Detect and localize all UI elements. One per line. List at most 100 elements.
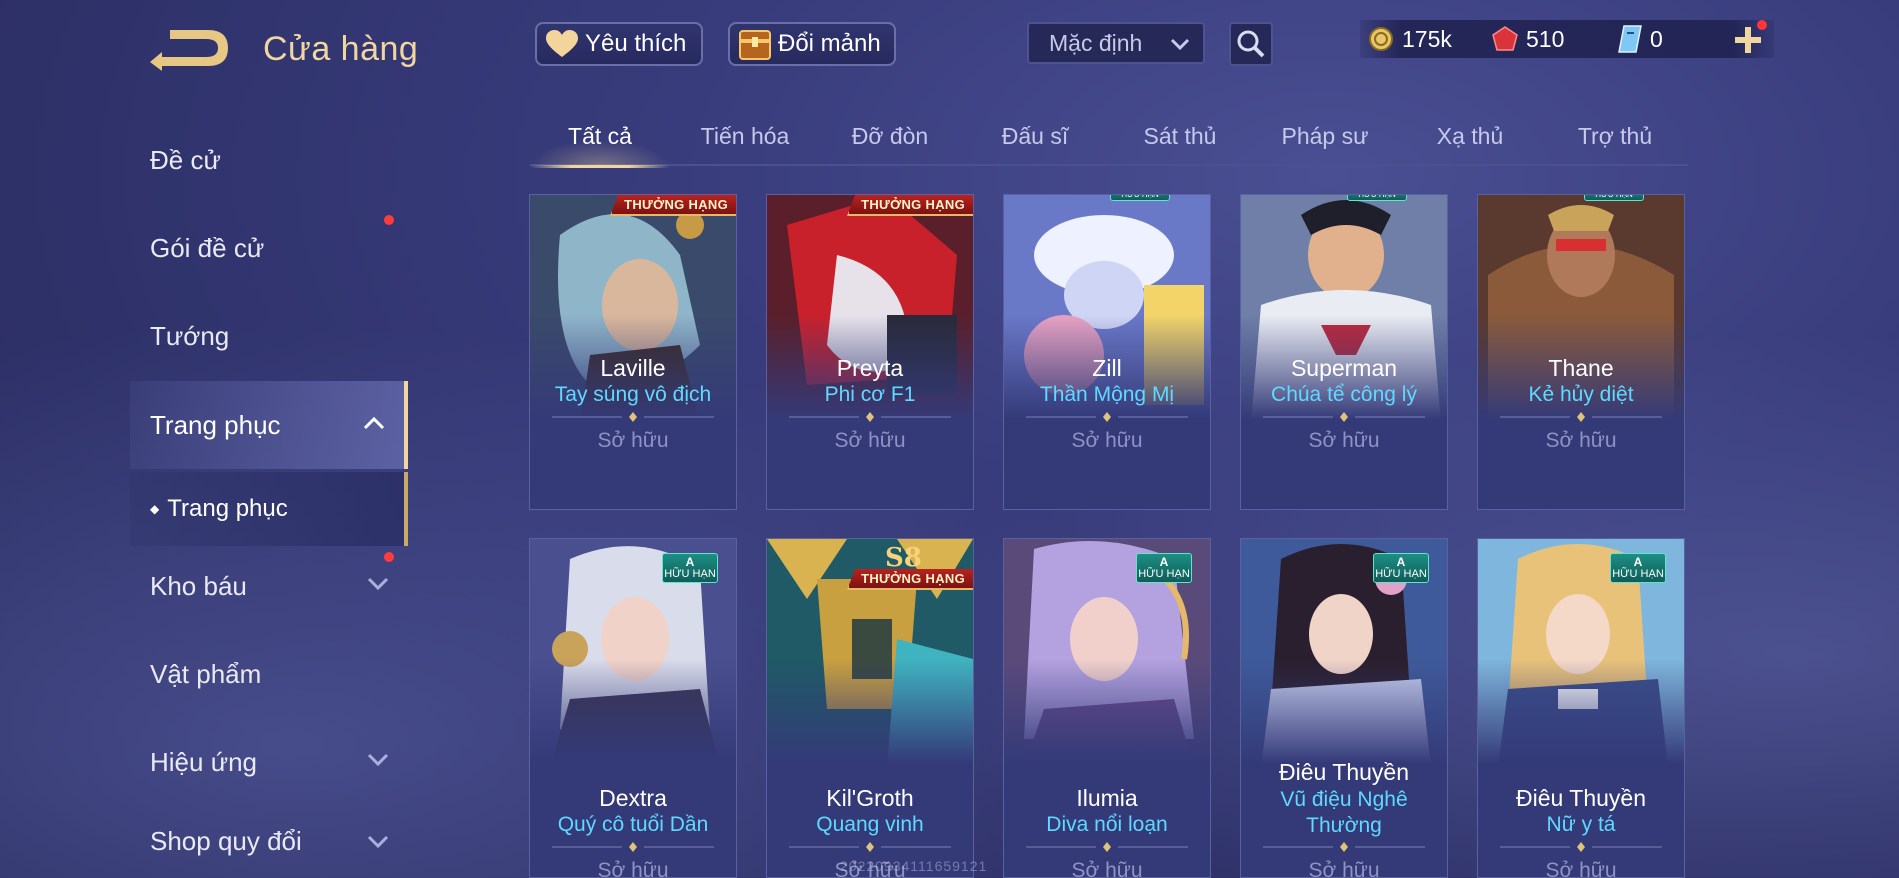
owned-status: Sở hữu <box>1308 429 1380 452</box>
skin-name: Thần Mộng Mị <box>1039 383 1175 406</box>
sidebar-item-label: Hiệu ứng <box>150 746 258 777</box>
owned-status: Sở hữu <box>834 429 906 452</box>
chevron-down-icon <box>1170 38 1190 51</box>
divider-ornament <box>1026 412 1188 422</box>
tab-marksman[interactable]: Xạ thủ <box>1400 116 1540 166</box>
gold-coin-icon <box>1369 27 1393 51</box>
owned-status: Sở hữu <box>1545 429 1617 452</box>
divider-ornament <box>789 412 951 422</box>
favorites-label: Yêu thích <box>585 30 687 57</box>
sidebar-item-items[interactable]: Vật phẩm <box>130 630 408 718</box>
role-tabs: Tất cả Tiến hóa Đỡ đòn Đấu sĩ Sát thủ Ph… <box>530 116 1688 168</box>
skin-card[interactable]: THƯỞNG HẠNG Preyta Phi cơ F1 Sở hữu <box>766 194 974 510</box>
limited-label: HỮU HẠN <box>664 568 716 580</box>
skin-name: Quang vinh <box>816 813 924 836</box>
notification-dot <box>384 215 394 225</box>
skin-card[interactable]: A HỮU HẠN Điêu Thuyền Nữ y tá Sở hữu <box>1477 538 1685 878</box>
page-title: Cửa hàng <box>263 30 419 68</box>
owned-status: Sở hữu <box>1545 859 1617 878</box>
sidebar-item-label: Vật phẩm <box>150 658 262 689</box>
sidebar-item-recommended[interactable]: Đề cử <box>130 116 408 204</box>
skin-card[interactable]: A HỮU HẠN Điêu Thuyền Vũ điệu Nghê Thường… <box>1240 538 1448 878</box>
tab-support[interactable]: Trợ thủ <box>1545 116 1685 166</box>
skin-name: Phi cơ F1 <box>824 383 916 406</box>
skin-name: Tay súng vô địch <box>554 383 712 406</box>
sidebar-item-heroes[interactable]: Tướng <box>130 292 408 380</box>
sidebar-item-label: Trang phục <box>150 409 281 440</box>
grade-letter: A <box>1396 555 1406 569</box>
diamond-bullet-icon: ◆ <box>150 502 160 516</box>
fragments-exchange-button[interactable]: Đổi mảnh <box>728 22 896 66</box>
sidebar-item-label: Kho báu <box>150 570 247 601</box>
sidebar-item-label: Gói đề cử <box>150 232 265 263</box>
ranked-reward-badge: THƯỞNG HẠNG <box>847 195 973 216</box>
owned-status: Sở hữu <box>1071 429 1143 452</box>
skin-card[interactable]: A HỮU HẠN Ilumia Diva nổi loạn Sở hữu <box>1003 538 1211 878</box>
back-button[interactable] <box>148 26 230 72</box>
heart-icon <box>545 27 579 61</box>
hero-name: Laville <box>600 355 666 381</box>
owned-status: Sở hữu <box>597 859 669 878</box>
tab-evolution[interactable]: Tiến hóa <box>675 116 815 166</box>
ruby-icon <box>1492 26 1518 51</box>
divider-ornament <box>1263 412 1425 422</box>
hero-name: Điêu Thuyền <box>1279 759 1409 785</box>
hero-name: Dextra <box>599 785 667 811</box>
sidebar-subitem-label: Trang phục <box>167 495 288 522</box>
skin-card[interactable]: THƯỞNG HẠNG Laville Tay súng vô địch Sở … <box>529 194 737 510</box>
limited-badge: HỮU HẠN <box>1584 195 1644 201</box>
search-button[interactable] <box>1229 22 1273 66</box>
divider-ornament <box>1263 842 1425 852</box>
skin-card[interactable]: HỮU HẠN Thane Kẻ hủy diệt Sở hữu <box>1477 194 1685 510</box>
sort-dropdown[interactable]: Mặc định <box>1027 22 1205 64</box>
tab-all[interactable]: Tất cả <box>530 116 670 168</box>
chest-icon <box>738 27 772 61</box>
chevron-up-icon <box>363 416 385 430</box>
skin-card[interactable]: HỮU HẠN Zill Thần Mộng Mị Sở hữu <box>1003 194 1211 510</box>
owned-status: Sở hữu <box>1071 859 1143 878</box>
season-badge: S8 <box>885 543 922 573</box>
artwork-fade <box>1478 659 1684 769</box>
sidebar-item-exchange-shop[interactable]: Shop quy đổi <box>130 804 408 878</box>
skin-card[interactable]: A HỮU HẠN Dextra Quý cô tuổi Dần Sở hữu <box>529 538 737 878</box>
sidebar-item-label: Shop quy đổi <box>150 825 302 856</box>
ranked-reward-badge: THƯỞNG HẠNG <box>847 569 973 590</box>
sidebar-item-skins[interactable]: Trang phục <box>130 381 408 469</box>
tab-mage[interactable]: Pháp sư <box>1255 116 1395 166</box>
grade-letter: A <box>1633 555 1643 569</box>
divider-ornament <box>1500 842 1662 852</box>
divider-ornament <box>552 412 714 422</box>
divider-ornament <box>1026 842 1188 852</box>
skin-card[interactable]: S8 THƯỞNG HẠNG Kil'Groth Quang vinh Sở h… <box>766 538 974 878</box>
voucher-value: 0 <box>1650 25 1663 52</box>
skin-name: Kẻ hủy diệt <box>1528 383 1634 406</box>
divider-ornament <box>1500 412 1662 422</box>
divider-ornament <box>552 842 714 852</box>
skin-grid: THƯỞNG HẠNG Laville Tay súng vô địch Sở … <box>529 194 1689 878</box>
gold-balance: 175k <box>1368 20 1452 58</box>
sort-value: Mặc định <box>1049 29 1143 56</box>
hero-name: Kil'Groth <box>826 785 914 811</box>
divider-ornament <box>789 842 951 852</box>
gold-value: 175k <box>1402 25 1452 52</box>
limited-badge: HỮU HẠN <box>1110 195 1170 201</box>
sidebar-item-effects[interactable]: Hiệu ứng <box>130 718 408 806</box>
sidebar-item-label: Đề cử <box>150 144 221 175</box>
skin-card[interactable]: HỮU HẠN Superman Chúa tể công lý Sở hữu <box>1240 194 1448 510</box>
tab-assassin[interactable]: Sát thủ <box>1110 116 1250 166</box>
notification-dot <box>1757 20 1767 30</box>
sidebar-item-treasure[interactable]: Kho báu <box>130 542 408 630</box>
search-icon <box>1237 30 1265 58</box>
skin-name: Vũ điệu Nghê Thường <box>1280 788 1408 837</box>
back-arrow-icon <box>150 30 228 71</box>
artwork-fade <box>1241 659 1447 769</box>
limited-label: HỮU HẠN <box>1375 568 1427 580</box>
favorites-button[interactable]: Yêu thích <box>535 22 703 66</box>
sidebar-subitem-skins[interactable]: ◆ Trang phục <box>130 472 408 546</box>
sidebar-item-recommended-packs[interactable]: Gói đề cử <box>130 204 408 292</box>
ruby-balance: 510 <box>1492 20 1564 58</box>
tab-fighter[interactable]: Đấu sĩ <box>965 116 1105 166</box>
skin-name: Nữ y tá <box>1546 813 1616 836</box>
skin-name: Quý cô tuổi Dần <box>557 813 709 836</box>
tab-tank[interactable]: Đỡ đòn <box>820 116 960 166</box>
